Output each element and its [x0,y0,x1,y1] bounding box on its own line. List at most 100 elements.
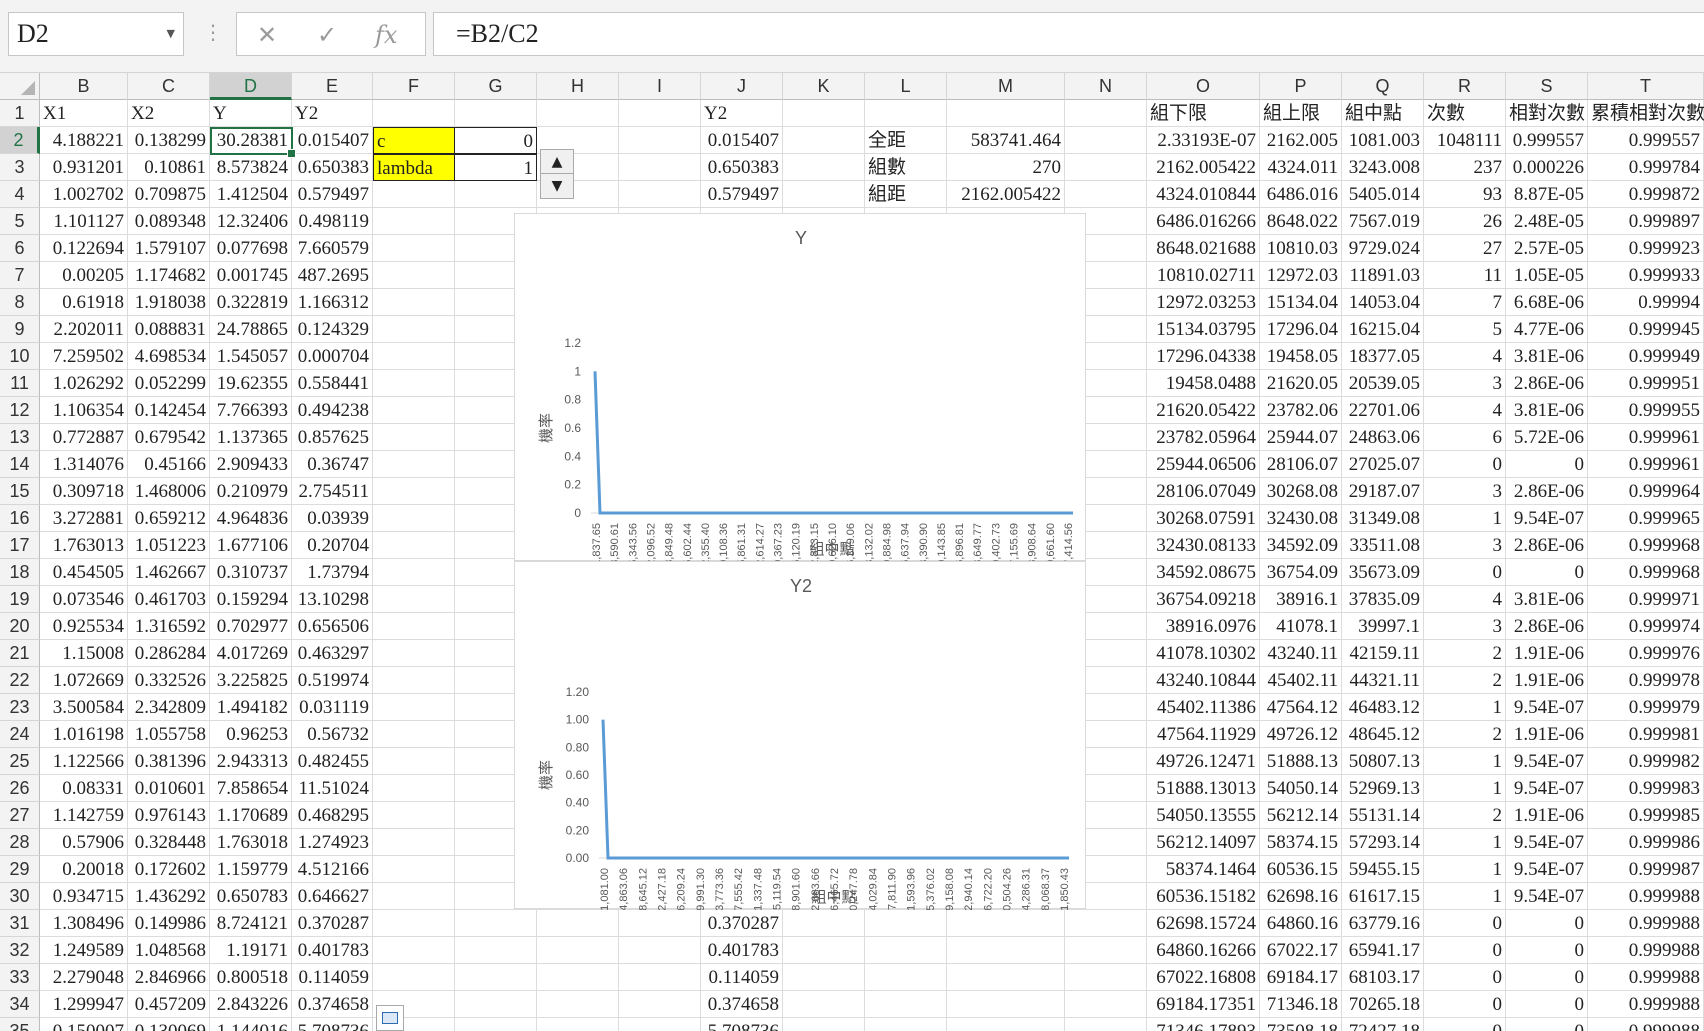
cell-m3[interactable]: 270 [947,154,1065,181]
cell-q18[interactable]: 35673.09 [1342,559,1424,586]
cell-d20[interactable]: 0.702977 [210,613,292,640]
cell-p2[interactable]: 2162.005 [1260,127,1342,154]
cell-p20[interactable]: 41078.1 [1260,613,1342,640]
cell-e17[interactable]: 0.20704 [292,532,373,559]
cell-d10[interactable]: 1.545057 [210,343,292,370]
cell-s31[interactable]: 0 [1506,910,1588,937]
cell-g35[interactable] [455,1018,537,1031]
cell-e13[interactable]: 0.857625 [292,424,373,451]
cell-d21[interactable]: 4.017269 [210,640,292,667]
cancel-icon[interactable]: ✕ [257,21,277,49]
cell-j31[interactable]: 0.370287 [701,910,783,937]
cell-j32[interactable]: 0.401783 [701,937,783,964]
cell-s28[interactable]: 9.54E-07 [1506,829,1588,856]
cell-c29[interactable]: 0.172602 [128,856,210,883]
cell-c34[interactable]: 0.457209 [128,991,210,1018]
cell-b30[interactable]: 0.934715 [40,883,128,910]
cell-t6[interactable]: 0.999923 [1588,235,1704,262]
cell-b7[interactable]: 0.00205 [40,262,128,289]
cell-f19[interactable] [373,586,455,613]
cell-d5[interactable]: 12.32406 [210,208,292,235]
cell-r9[interactable]: 5 [1424,316,1506,343]
column-header-m[interactable]: M [947,73,1065,100]
cell-h32[interactable] [537,937,619,964]
cell-k35[interactable] [783,1018,865,1031]
cell-o30[interactable]: 60536.15182 [1147,883,1260,910]
cell-d7[interactable]: 0.001745 [210,262,292,289]
cell-f13[interactable] [373,424,455,451]
cell-b20[interactable]: 0.925534 [40,613,128,640]
cell-r1[interactable]: 次數 [1424,100,1506,127]
cell-o25[interactable]: 49726.12471 [1147,748,1260,775]
cell-j1[interactable]: Y2 [701,100,783,127]
row-header[interactable]: 22 [0,667,40,694]
cell-f1[interactable] [373,100,455,127]
cell-l2[interactable]: 全距 [865,127,947,154]
cell-d6[interactable]: 0.077698 [210,235,292,262]
cell-e21[interactable]: 0.463297 [292,640,373,667]
cell-o2[interactable]: 2.33193E-07 [1147,127,1260,154]
cell-o24[interactable]: 47564.11929 [1147,721,1260,748]
cell-d25[interactable]: 2.943313 [210,748,292,775]
cell-q19[interactable]: 37835.09 [1342,586,1424,613]
cell-l34[interactable] [865,991,947,1018]
cell-b2[interactable]: 4.188221 [40,127,128,154]
cell-p9[interactable]: 17296.04 [1260,316,1342,343]
cell-q16[interactable]: 31349.08 [1342,505,1424,532]
cell-o15[interactable]: 28106.07049 [1147,478,1260,505]
row-header[interactable]: 24 [0,721,40,748]
cell-o29[interactable]: 58374.1464 [1147,856,1260,883]
cell-f15[interactable] [373,478,455,505]
cell-s4[interactable]: 8.87E-05 [1506,181,1588,208]
cell-d29[interactable]: 1.159779 [210,856,292,883]
cell-p10[interactable]: 19458.05 [1260,343,1342,370]
cell-s19[interactable]: 3.81E-06 [1506,586,1588,613]
cell-r30[interactable]: 1 [1424,883,1506,910]
cell-r32[interactable]: 0 [1424,937,1506,964]
cell-m33[interactable] [947,964,1065,991]
cell-b35[interactable]: 0.150007 [40,1018,128,1031]
cell-b9[interactable]: 2.202011 [40,316,128,343]
cell-f33[interactable] [373,964,455,991]
cell-o14[interactable]: 25944.06506 [1147,451,1260,478]
cell-t26[interactable]: 0.999983 [1588,775,1704,802]
row-header[interactable]: 28 [0,829,40,856]
cell-c9[interactable]: 0.088831 [128,316,210,343]
cell-p17[interactable]: 34592.09 [1260,532,1342,559]
cell-s23[interactable]: 9.54E-07 [1506,694,1588,721]
cell-r6[interactable]: 27 [1424,235,1506,262]
cell-e8[interactable]: 1.166312 [292,289,373,316]
cell-i34[interactable] [619,991,701,1018]
cell-e33[interactable]: 0.114059 [292,964,373,991]
cell-g31[interactable] [455,910,537,937]
cell-r25[interactable]: 1 [1424,748,1506,775]
cell-i35[interactable] [619,1018,701,1031]
cell-e35[interactable]: 5.708736 [292,1018,373,1031]
cell-d23[interactable]: 1.494182 [210,694,292,721]
row-header[interactable]: 26 [0,775,40,802]
cell-t29[interactable]: 0.999987 [1588,856,1704,883]
column-header-p[interactable]: P [1260,73,1342,100]
cell-b33[interactable]: 2.279048 [40,964,128,991]
cell-p35[interactable]: 73508.18 [1260,1018,1342,1031]
column-header-k[interactable]: K [783,73,865,100]
cell-f23[interactable] [373,694,455,721]
cell-q15[interactable]: 29187.07 [1342,478,1424,505]
cell-o9[interactable]: 15134.03795 [1147,316,1260,343]
cell-p15[interactable]: 30268.08 [1260,478,1342,505]
cell-r16[interactable]: 1 [1424,505,1506,532]
cell-p32[interactable]: 67022.17 [1260,937,1342,964]
cell-f8[interactable] [373,289,455,316]
cell-o21[interactable]: 41078.10302 [1147,640,1260,667]
cell-d9[interactable]: 24.78865 [210,316,292,343]
cell-q11[interactable]: 20539.05 [1342,370,1424,397]
cell-l35[interactable] [865,1018,947,1031]
row-header[interactable]: 11 [0,370,40,397]
cell-f31[interactable] [373,910,455,937]
cell-r28[interactable]: 1 [1424,829,1506,856]
cell-s34[interactable]: 0 [1506,991,1588,1018]
spin-up-icon[interactable]: ▲ [541,150,573,174]
chart-y2[interactable]: Y2 機率 組中點 0.00 0.20 0.40 0.60 0.80 1.00 1.20 1,081… [514,561,1086,910]
cell-c19[interactable]: 0.461703 [128,586,210,613]
cell-t33[interactable]: 0.999988 [1588,964,1704,991]
